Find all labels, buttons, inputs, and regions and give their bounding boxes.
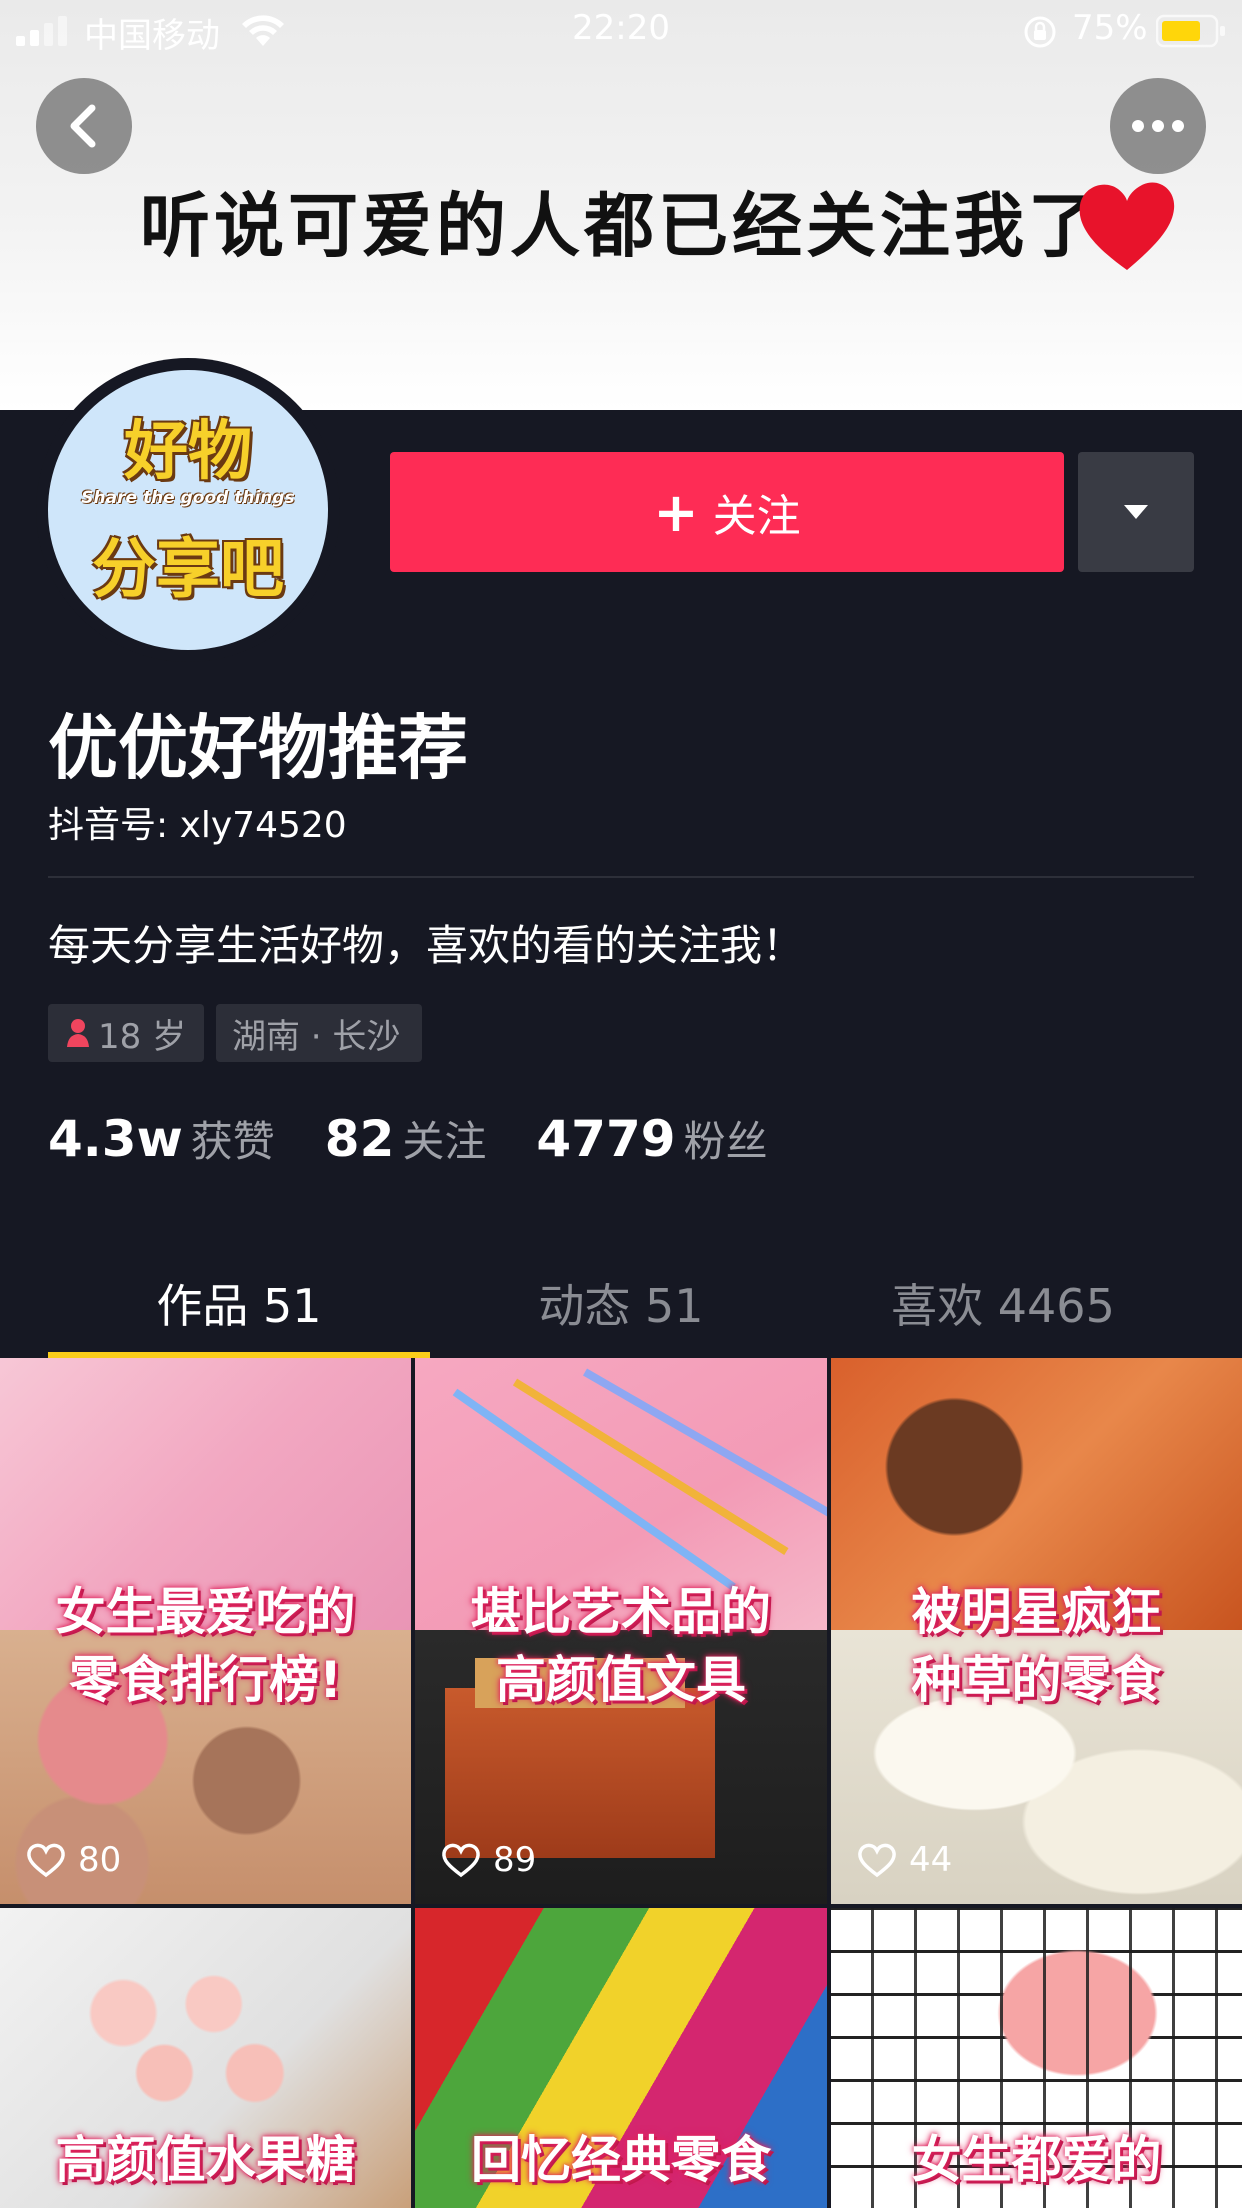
like-count: 44 [909, 1840, 953, 1880]
video-thumbnail[interactable]: 被明星疯狂 种草的零食 44 [831, 1358, 1242, 1904]
following-count[interactable]: 82 [325, 1110, 395, 1168]
avatar[interactable]: 好物 Share the good things 分享吧 [48, 370, 328, 650]
douyin-id[interactable]: 抖音号: xly74520 [48, 796, 347, 848]
video-caption-line1: 女生最爱吃的 [55, 1583, 356, 1641]
avatar-text-bottom: 分享吧 [92, 533, 284, 607]
likes-count: 4.3w [48, 1110, 183, 1168]
triangle-down-icon [1124, 505, 1148, 519]
like-row: 89 [441, 1840, 536, 1880]
video-thumbnail[interactable]: 回忆经典零食 [415, 1908, 827, 2208]
video-thumbnail[interactable]: 高颜值水果糖 [0, 1908, 411, 2208]
video-caption-line2: 零食排行榜! [69, 1651, 342, 1709]
location-label: 湖南 · 长沙 [232, 1016, 401, 1057]
video-thumbnail[interactable]: 女生都爱的 [831, 1908, 1242, 2208]
video-caption-line1: 回忆经典零食 [471, 2131, 771, 2189]
battery-icon [1156, 14, 1225, 48]
heart-outline-icon [27, 1843, 65, 1878]
battery-percent: 75% [1072, 8, 1148, 48]
like-row: 80 [26, 1840, 121, 1880]
likes-label: 获赞 [190, 1117, 275, 1166]
location-tag: 湖南 · 长沙 [216, 1004, 422, 1062]
heart-outline-icon [442, 1843, 480, 1878]
heart-outline-icon [858, 1843, 896, 1878]
profile-bio: 每天分享生活好物，喜欢的看的关注我！ [48, 921, 805, 970]
video-caption-line1: 女生都爱的 [911, 2131, 1162, 2189]
plus-icon: + [653, 480, 699, 544]
video-caption-line2: 种草的零食 [911, 1651, 1162, 1709]
like-count: 80 [78, 1840, 122, 1880]
back-button[interactable] [36, 78, 132, 174]
video-caption-line1: 被明星疯狂 [911, 1583, 1162, 1641]
following-label[interactable]: 关注 [402, 1108, 486, 1169]
video-thumbnail[interactable]: 女生最爱吃的 零食排行榜! 80 [0, 1358, 411, 1904]
tab-works[interactable]: 作品 51 [48, 1270, 430, 1336]
video-caption-line2: 高颜值文具 [496, 1651, 746, 1709]
stats-row: 4.3w 获赞 82 关注 4779 粉丝 [48, 1108, 818, 1169]
age-label: 18 岁 [98, 1016, 187, 1057]
more-dots-icon [1132, 120, 1184, 132]
video-caption-line1: 高颜值水果糖 [55, 2131, 356, 2189]
video-caption-line1: 堪比艺术品的 [471, 1583, 771, 1641]
red-heart-icon [1079, 182, 1175, 270]
recommend-dropdown-button[interactable] [1078, 452, 1194, 572]
tab-likes[interactable]: 喜欢 4465 [812, 1270, 1194, 1336]
video-thumbnail[interactable]: 堪比艺术品的 高颜值文具 89 [415, 1358, 827, 1904]
like-row: 44 [857, 1840, 952, 1880]
female-icon [67, 1019, 89, 1047]
avatar-text-top: 好物 [124, 415, 252, 489]
more-options-button[interactable] [1110, 78, 1206, 174]
tab-moments[interactable]: 动态 51 [430, 1270, 812, 1336]
avatar-subtitle: Share the good things [81, 488, 295, 508]
rotation-lock-icon [1024, 16, 1056, 48]
age-tag: 18 岁 [48, 1004, 204, 1062]
like-count: 89 [493, 1840, 537, 1880]
profile-name: 优优好物推荐 [48, 707, 468, 789]
follow-button[interactable]: + 关注 [390, 452, 1064, 572]
chevron-left-icon [70, 104, 96, 148]
status-bar: 中国移动 22:20 75% [0, 0, 1242, 60]
followers-label[interactable]: 粉丝 [684, 1108, 768, 1169]
follow-label: 关注 [712, 491, 801, 542]
banner-text: 听说可爱的人都已经关注我了 [140, 185, 1102, 267]
followers-count[interactable]: 4779 [536, 1110, 675, 1168]
divider [48, 876, 1194, 878]
profile-banner: 听说可爱的人都已经关注我了 [0, 0, 1242, 410]
